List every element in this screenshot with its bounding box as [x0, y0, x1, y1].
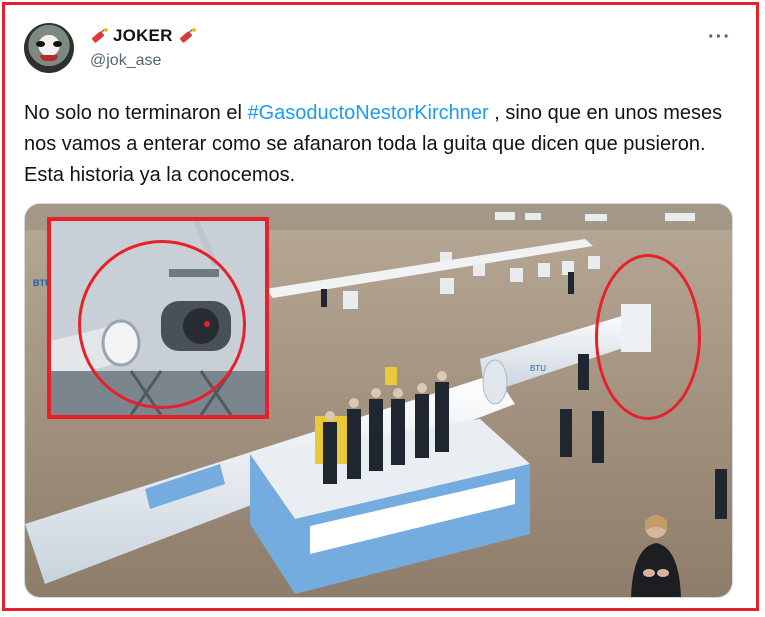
tweet-text: No solo no terminaron el #GasoductoNesto… [24, 98, 724, 191]
avatar-mouth [40, 55, 58, 61]
dynamite-icon [179, 28, 196, 43]
inset-closeup-image [47, 217, 269, 419]
highlight-circle-inset [78, 240, 246, 409]
author-handle[interactable]: @jok_ase [90, 52, 161, 70]
tweet-text-part: No solo no terminaron el [24, 102, 248, 124]
avatar[interactable] [24, 23, 74, 73]
pipe-label: BTU [530, 364, 546, 373]
highlight-circle-right [595, 254, 701, 420]
sign-language-interpreter [631, 515, 681, 597]
tweet-media-image[interactable]: BTU BTU [24, 203, 733, 598]
more-dots-icon[interactable]: ··· [708, 26, 731, 49]
dynamite-icon [92, 28, 108, 43]
display-name[interactable]: JOKER [113, 26, 173, 46]
hashtag-link[interactable]: #GasoductoNestorKirchner [247, 102, 488, 124]
author-name-row[interactable]: JOKER [90, 26, 196, 46]
tweet-card[interactable]: JOKER @jok_ase ··· No solo no terminaron… [0, 0, 765, 617]
avatar-eye-left [36, 41, 45, 47]
avatar-eye-right [53, 41, 62, 47]
